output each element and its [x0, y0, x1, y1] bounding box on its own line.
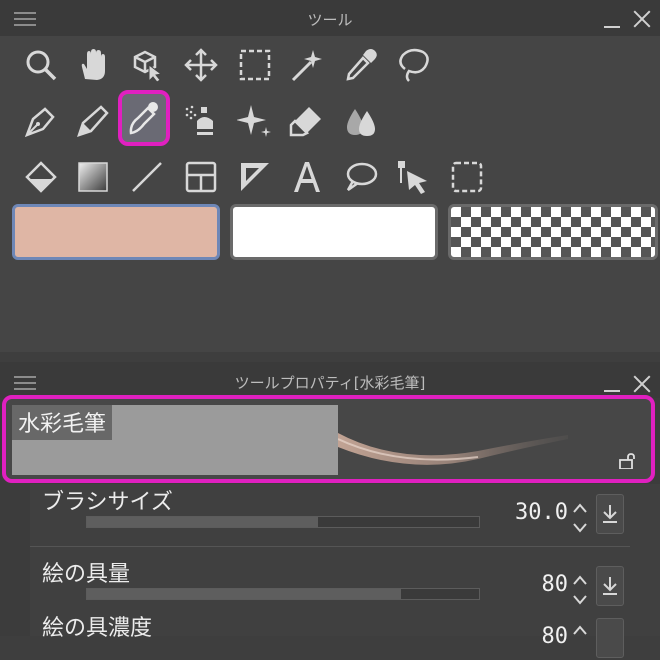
minimize-icon[interactable]: [604, 390, 620, 392]
brush-size-slider-fill: [87, 517, 319, 527]
magic-wand-icon[interactable]: [286, 44, 328, 86]
main-color-swatch[interactable]: [12, 204, 220, 260]
paint-amount-label: 絵の具量: [42, 562, 131, 587]
brush-size-value[interactable]: 30.0: [508, 500, 568, 525]
ruler-icon[interactable]: [234, 156, 276, 198]
eyedropper-icon[interactable]: [340, 44, 382, 86]
brush-size-spinner-icon[interactable]: [572, 498, 588, 538]
correct-line-icon[interactable]: [392, 156, 434, 198]
brush-size-input-settings-button[interactable]: [596, 494, 624, 534]
transparent-color-swatch[interactable]: [448, 204, 658, 260]
airbrush-icon[interactable]: [180, 100, 222, 142]
paint-amount-input-settings-button[interactable]: [596, 566, 624, 606]
hand-icon[interactable]: [72, 44, 114, 86]
tool-panel-titlebar: ツール: [0, 0, 660, 36]
preset-stroke-preview: [337, 405, 649, 475]
sub-color-swatch[interactable]: [230, 204, 438, 260]
paint-density-input-settings-button[interactable]: [596, 618, 624, 658]
zoom-icon[interactable]: [20, 44, 62, 86]
object-select-icon[interactable]: [126, 44, 168, 86]
frame-border-icon[interactable]: [180, 156, 222, 198]
rect-select-icon[interactable]: [234, 44, 276, 86]
figure-line-icon[interactable]: [126, 156, 168, 198]
gradation-icon[interactable]: [72, 156, 114, 198]
panel-title: ツールプロパティ[水彩毛筆]: [234, 374, 426, 392]
paint-amount-slider-fill: [87, 589, 401, 599]
paint-amount-slider[interactable]: [86, 588, 480, 600]
tool-property-panel: ツールプロパティ[水彩毛筆] 水彩毛筆 ブラシサイズ 30.0 絵の具量 80 …: [0, 362, 660, 658]
close-icon[interactable]: [632, 9, 652, 29]
minimize-icon[interactable]: [604, 26, 620, 28]
brush-tool-button[interactable]: [118, 90, 170, 146]
paint-amount-spinner-icon[interactable]: [572, 570, 588, 610]
paint-density-value[interactable]: 80: [508, 624, 569, 649]
text-icon[interactable]: [286, 156, 328, 198]
move-layer-icon[interactable]: [180, 44, 222, 86]
tool-panel: ツール: [0, 0, 660, 352]
pencil-icon[interactable]: [72, 100, 114, 142]
decoration-icon[interactable]: [234, 100, 276, 142]
brush-size-label: ブラシサイズ: [42, 490, 173, 515]
fill-icon[interactable]: [20, 156, 62, 198]
download-arrow-icon: [603, 505, 617, 523]
unlock-icon[interactable]: [619, 453, 637, 469]
download-arrow-icon: [603, 577, 617, 595]
pen-icon[interactable]: [20, 100, 62, 142]
paint-density-spinner-icon[interactable]: [572, 620, 588, 660]
custom-tool-icon[interactable]: [446, 156, 488, 198]
panel-title: ツール: [307, 11, 353, 29]
balloon-icon[interactable]: [340, 156, 382, 198]
preset-name-label: 水彩毛筆: [12, 405, 113, 440]
brush-preset-preview[interactable]: 水彩毛筆: [2, 395, 655, 483]
paint-density-label: 絵の具濃度: [42, 616, 153, 641]
eraser-icon[interactable]: [286, 100, 328, 142]
blend-icon[interactable]: [340, 100, 382, 142]
close-icon[interactable]: [632, 374, 652, 394]
lasso-icon[interactable]: [392, 44, 434, 86]
paint-amount-value[interactable]: 80: [508, 572, 569, 597]
property-divider: [30, 546, 630, 547]
brush-size-slider[interactable]: [86, 516, 480, 528]
brush-icon: [129, 102, 158, 135]
tool-property-titlebar: ツールプロパティ[水彩毛筆]: [0, 362, 660, 398]
property-list: ブラシサイズ 30.0 絵の具量 80 絵の具濃度 80: [30, 484, 660, 658]
